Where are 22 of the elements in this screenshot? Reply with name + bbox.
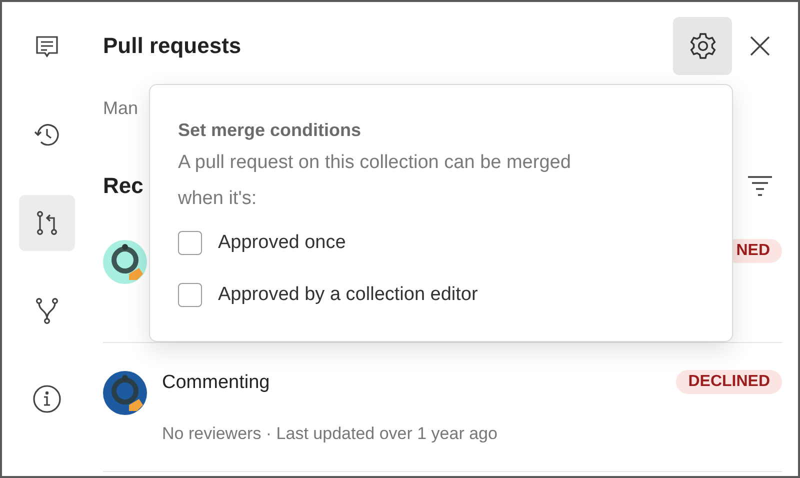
panel-title: Pull requests [103,33,242,59]
settings-icon [688,31,718,61]
sidebar-item[interactable] [18,195,74,251]
section-title: Rec [103,173,144,199]
settings-button[interactable] [673,17,732,75]
checkbox-label: Approved once [218,232,346,254]
request-meta: No reviewers · Last updated over 1 year ago [162,423,498,445]
info-icon [32,384,62,414]
avatar [103,240,147,284]
checkbox[interactable] [178,231,202,255]
close-icon [749,35,771,57]
request-title[interactable]: Commenting [162,372,676,394]
avatar [103,371,147,415]
panel-description: Man [103,97,140,120]
popover-title: Set merge conditions [178,119,362,142]
filter-icon [747,174,773,198]
checkbox-label: Approved by a collection editor [218,284,478,306]
fork-icon [34,297,60,325]
comment-icon [34,34,60,60]
checkbox[interactable] [178,283,202,307]
popover-description: A pull request on this collection can be merged when it's: [178,151,572,211]
status-badge: DECLINED [676,370,782,394]
